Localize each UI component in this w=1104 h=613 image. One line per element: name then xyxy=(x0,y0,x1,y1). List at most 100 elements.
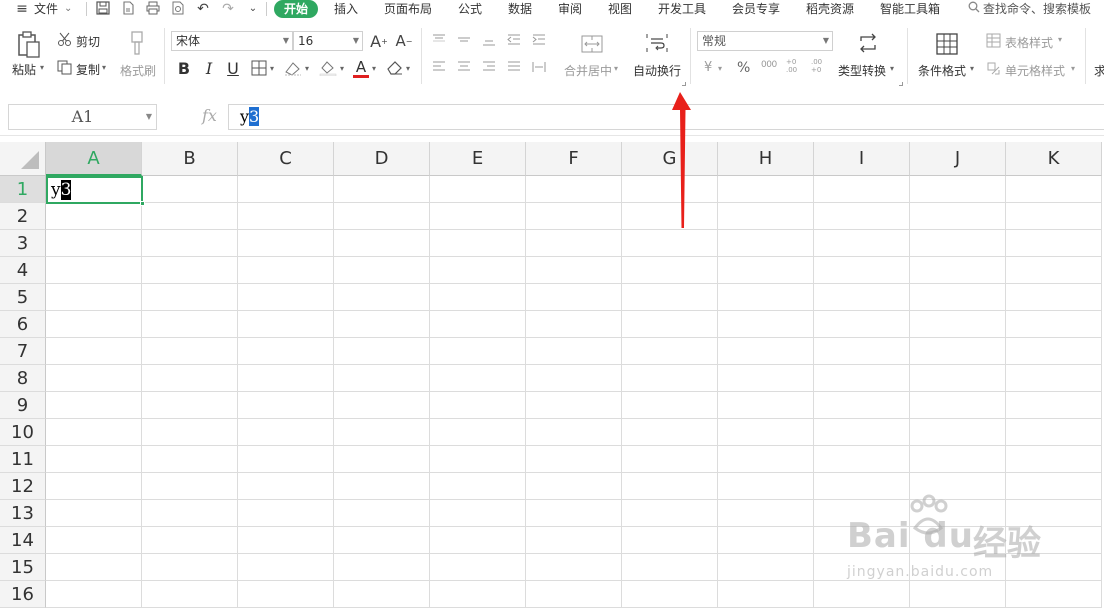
grid-cell[interactable] xyxy=(1006,527,1102,554)
grid-cell[interactable] xyxy=(238,500,334,527)
outdent-icon[interactable] xyxy=(506,33,522,47)
grid-cell[interactable] xyxy=(46,257,142,284)
grid-cell[interactable] xyxy=(718,446,814,473)
table-style-icon[interactable] xyxy=(985,32,1001,48)
grid-cell[interactable] xyxy=(430,365,526,392)
align-center-icon[interactable] xyxy=(456,60,472,74)
row-header[interactable]: 8 xyxy=(0,365,46,392)
tab-page-layout[interactable]: 页面布局 xyxy=(384,1,432,17)
conditional-format-button[interactable]: 条件格式 xyxy=(918,62,966,79)
row-header[interactable]: 2 xyxy=(0,203,46,230)
grid-cell[interactable] xyxy=(430,284,526,311)
grid-cell[interactable] xyxy=(142,446,238,473)
type-convert-button[interactable]: 类型转换 xyxy=(838,62,886,79)
column-header[interactable]: E xyxy=(430,142,526,176)
file-menu[interactable]: 文件 xyxy=(34,1,58,17)
tab-review[interactable]: 审阅 xyxy=(558,1,582,17)
grid-cell[interactable] xyxy=(814,176,910,203)
grid-cell[interactable] xyxy=(238,419,334,446)
column-header[interactable]: B xyxy=(142,142,238,176)
grid-cell[interactable] xyxy=(46,338,142,365)
grid-cell[interactable] xyxy=(334,392,430,419)
grid-cell[interactable] xyxy=(1006,284,1102,311)
tab-developer[interactable]: 开发工具 xyxy=(658,1,706,17)
grid-cell[interactable] xyxy=(814,311,910,338)
number-format-select[interactable]: 常规 ▼ xyxy=(697,31,833,51)
grid-cell[interactable] xyxy=(718,473,814,500)
grid-cell[interactable] xyxy=(622,365,718,392)
grid-cell[interactable] xyxy=(430,554,526,581)
grid-cell[interactable] xyxy=(1006,338,1102,365)
grid-cell[interactable] xyxy=(1006,554,1102,581)
conditional-format-icon[interactable] xyxy=(934,32,960,56)
grid-cell[interactable] xyxy=(1006,392,1102,419)
grid-cell[interactable] xyxy=(46,392,142,419)
grid-cell[interactable] xyxy=(718,554,814,581)
row-header[interactable]: 7 xyxy=(0,338,46,365)
print-preview-icon[interactable] xyxy=(170,1,186,17)
grid-cell[interactable] xyxy=(334,527,430,554)
number-dialog-launcher-icon[interactable] xyxy=(899,82,903,86)
format-painter-icon[interactable] xyxy=(126,30,148,56)
grid-cell[interactable] xyxy=(526,311,622,338)
grid-cell[interactable] xyxy=(430,581,526,608)
grid-cell[interactable] xyxy=(1006,473,1102,500)
cut-button[interactable]: 剪切 xyxy=(76,33,100,50)
column-header[interactable]: K xyxy=(1006,142,1102,176)
grid-cell[interactable] xyxy=(142,311,238,338)
grid-cell[interactable] xyxy=(238,338,334,365)
column-header[interactable]: C xyxy=(238,142,334,176)
row-header[interactable]: 3 xyxy=(0,230,46,257)
grid-cell[interactable] xyxy=(622,554,718,581)
paste-icon[interactable] xyxy=(14,30,44,60)
format-painter-button[interactable]: 格式刷 xyxy=(120,62,156,79)
grid-cell[interactable] xyxy=(910,419,1006,446)
grid-cell[interactable] xyxy=(142,527,238,554)
grid-cell[interactable] xyxy=(142,392,238,419)
distributed-align-icon[interactable] xyxy=(531,60,547,74)
font-name-select[interactable]: 宋体 ▼ xyxy=(171,31,293,51)
grid-cell[interactable] xyxy=(46,473,142,500)
cell-style-chevron-icon[interactable]: ▾ xyxy=(305,64,309,73)
grid-cell[interactable] xyxy=(430,230,526,257)
save-icon[interactable] xyxy=(95,1,111,17)
grid-cell[interactable] xyxy=(910,311,1006,338)
grid-cell[interactable] xyxy=(814,392,910,419)
grid-cell[interactable] xyxy=(430,257,526,284)
borders-chevron-icon[interactable]: ▾ xyxy=(270,64,274,73)
grid-cell[interactable] xyxy=(430,446,526,473)
merge-center-icon[interactable] xyxy=(580,33,604,55)
grid-cell[interactable] xyxy=(46,554,142,581)
grid-cell[interactable] xyxy=(1006,419,1102,446)
quick-access-more-icon[interactable]: ⌄ xyxy=(245,1,261,17)
row-header[interactable]: 13 xyxy=(0,500,46,527)
grid-cell[interactable] xyxy=(430,338,526,365)
row-header[interactable]: 6 xyxy=(0,311,46,338)
grid-cell[interactable] xyxy=(814,230,910,257)
grid-cell[interactable] xyxy=(622,419,718,446)
grid-cell[interactable] xyxy=(142,581,238,608)
increase-decimal-button[interactable]: +0 .00 xyxy=(786,58,804,74)
grid-cell[interactable] xyxy=(718,311,814,338)
grid-cell[interactable] xyxy=(622,176,718,203)
grid-cell[interactable] xyxy=(814,581,910,608)
justify-icon[interactable] xyxy=(506,60,522,74)
grid-cell[interactable] xyxy=(142,338,238,365)
grid-cell[interactable] xyxy=(46,527,142,554)
grid-cell[interactable] xyxy=(430,311,526,338)
hamburger-icon[interactable]: ≡ xyxy=(14,1,30,17)
grid-cell[interactable] xyxy=(142,419,238,446)
active-cell-a1[interactable]: y3 xyxy=(46,176,145,206)
cell-style-icon[interactable] xyxy=(985,60,1001,76)
grid-cell[interactable] xyxy=(718,284,814,311)
grid-cell[interactable] xyxy=(334,203,430,230)
increase-font-size-icon[interactable]: A + xyxy=(369,31,389,51)
copy-icon[interactable] xyxy=(56,59,72,75)
grid-cell[interactable] xyxy=(334,257,430,284)
conditional-format-chevron-icon[interactable]: ▾ xyxy=(970,64,974,73)
grid-cell[interactable] xyxy=(238,365,334,392)
grid-cell[interactable] xyxy=(334,230,430,257)
formula-input[interactable]: y3 xyxy=(228,104,1104,130)
grid-cell[interactable] xyxy=(622,446,718,473)
cell-style-chevron-icon[interactable]: ▾ xyxy=(1071,64,1075,73)
